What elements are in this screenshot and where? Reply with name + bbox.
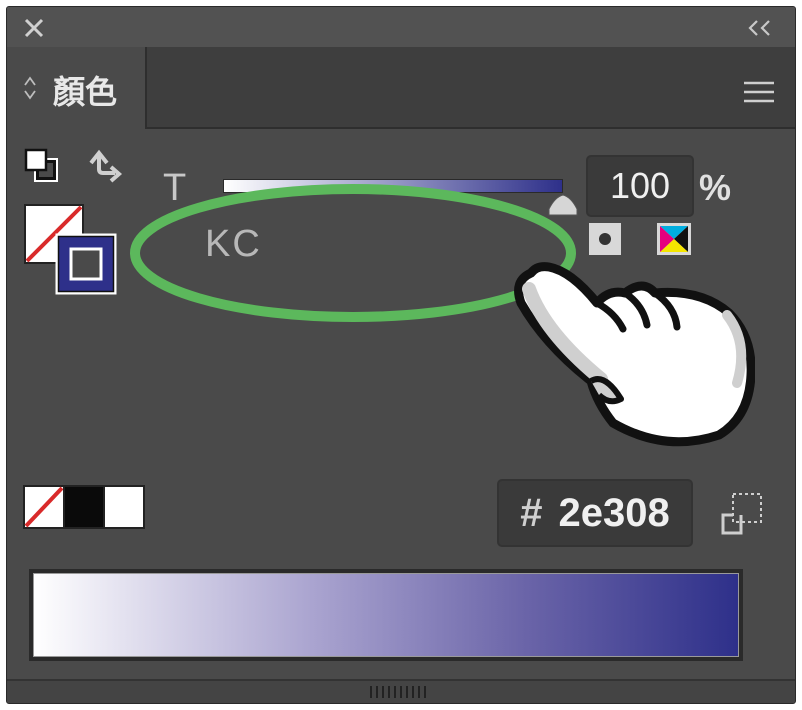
panel-footer — [7, 679, 795, 703]
color-panel: 顏色 T 100 % KC # 2e308 — [6, 6, 796, 704]
tint-value-text: 100 — [609, 165, 671, 206]
hex-field[interactable]: # 2e308 — [497, 479, 693, 547]
out-of-web-gamut-icon[interactable] — [719, 491, 765, 537]
panel-title-bar — [7, 7, 795, 47]
pointing-hand-icon — [514, 262, 755, 447]
white-swatch[interactable] — [103, 485, 145, 529]
hex-symbol: # — [520, 490, 543, 535]
tab-updown-icon[interactable] — [23, 75, 37, 101]
resize-grip-icon[interactable] — [369, 685, 431, 699]
percent-unit: % — [699, 167, 732, 208]
black-swatch[interactable] — [63, 485, 105, 529]
stroke-swatch[interactable] — [55, 233, 117, 295]
quick-swatches — [23, 485, 145, 529]
color-ramp[interactable] — [29, 569, 743, 661]
swap-icon[interactable] — [85, 147, 125, 187]
spot-color-icon — [589, 223, 621, 255]
fill-stroke-swatches — [24, 204, 117, 295]
tab-label: 顏色 — [53, 73, 118, 111]
default-fill-stroke-icon[interactable] — [23, 147, 61, 185]
tint-value-field[interactable]: 100 — [586, 155, 694, 217]
tab-color[interactable]: 顏色 — [7, 47, 147, 129]
menu-icon[interactable] — [743, 80, 775, 104]
divider — [147, 127, 795, 129]
tab-strip: 顏色 — [7, 47, 795, 129]
process-color-icon — [657, 223, 691, 255]
collapse-icon[interactable] — [747, 19, 773, 37]
color-ramp-gradient[interactable] — [33, 573, 739, 657]
hex-value: 2e308 — [558, 490, 670, 535]
none-swatch[interactable] — [23, 485, 65, 529]
close-icon[interactable] — [23, 17, 45, 39]
